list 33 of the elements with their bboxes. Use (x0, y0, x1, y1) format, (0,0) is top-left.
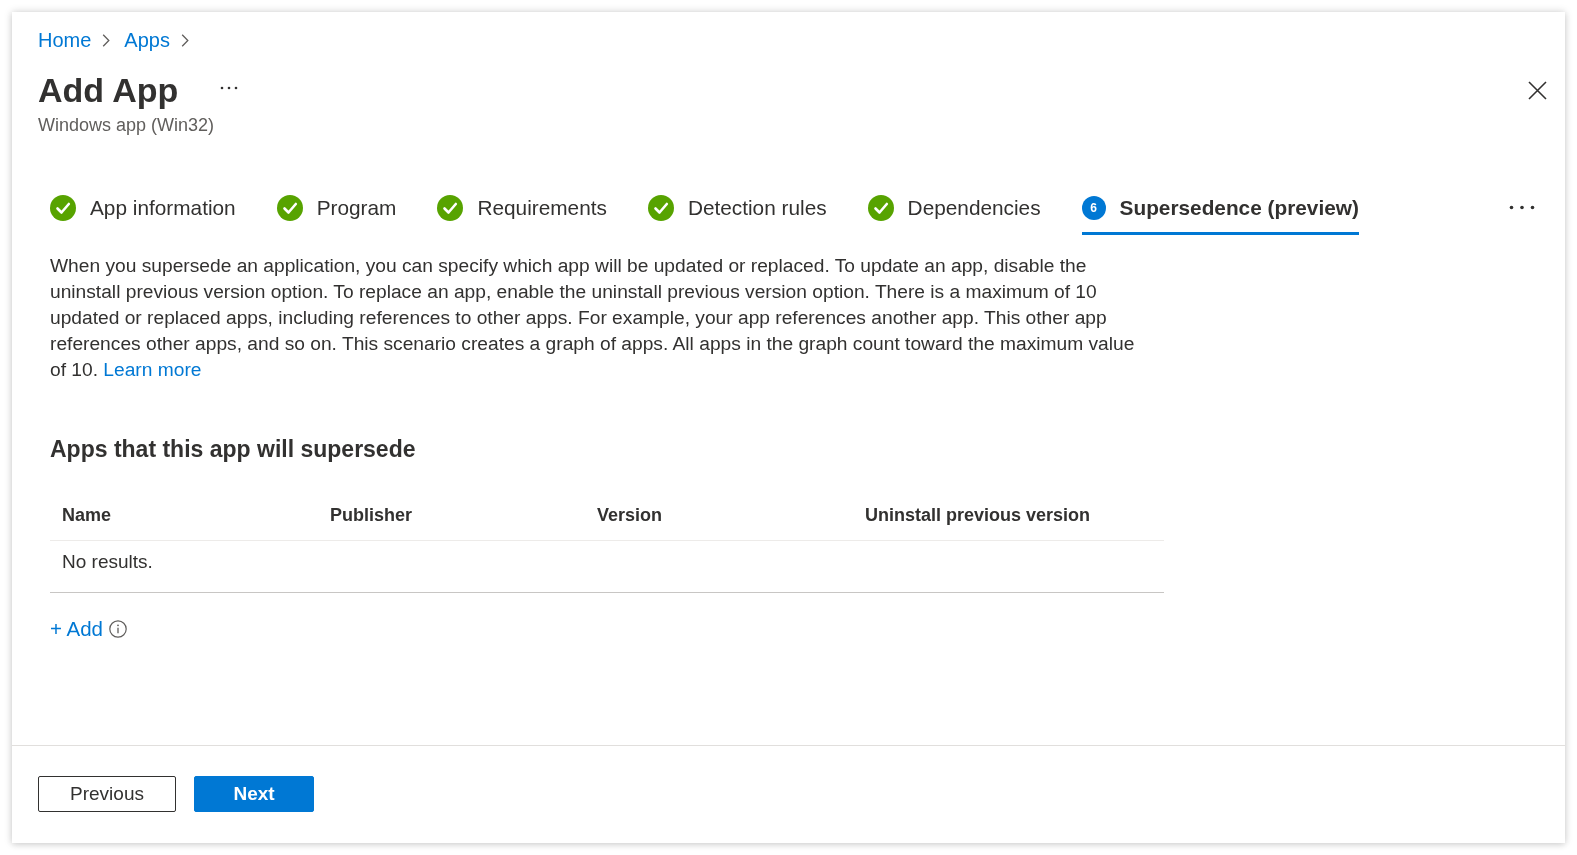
wizard-tab[interactable]: Detection rules (647, 194, 827, 235)
more-icon[interactable] (220, 86, 239, 90)
check-circle-icon (867, 195, 894, 221)
more-icon[interactable] (1509, 205, 1535, 210)
add-link[interactable]: + Add (50, 617, 103, 641)
empty-message: No results. (61, 551, 153, 573)
column-header: Name (61, 504, 113, 526)
check-circle-icon (276, 195, 303, 221)
close-icon[interactable] (1528, 80, 1547, 100)
page-subtitle: Windows app (Win32) (38, 114, 216, 136)
wizard-tab[interactable]: 6 Supersedence (preview) (1081, 194, 1359, 235)
learn-more-link[interactable]: Learn more (103, 359, 202, 380)
section-heading: Apps that this app will supersede (50, 435, 417, 464)
column-header: Publisher (329, 504, 414, 526)
step-number: 6 (1081, 196, 1106, 220)
wizard-tab[interactable]: Dependencies (867, 194, 1041, 235)
page-title: Add App (38, 70, 179, 110)
wizard-tab[interactable]: App information (50, 194, 236, 235)
chevron-right-icon (102, 33, 111, 47)
wizard-tab[interactable]: Program (276, 194, 397, 235)
breadcrumb-link[interactable]: Apps (124, 28, 170, 52)
chevron-right-icon (180, 33, 189, 47)
description-text: When you supersede an application, you can specify which app will be updated or replaced. To update an app, disable the uninstall previous version option. To replace an app, enable the uninstall previous version option. There is a maximum of 10 updated or replaced apps, including references to other apps. For example, your app references another app. This other app references other apps, and so on. This scenario creates a graph of apps. All apps in the graph count toward the maximum value of 10. Learn more (50, 254, 1136, 382)
check-circle-icon (437, 195, 464, 221)
info-icon[interactable] (109, 620, 127, 638)
wizard-tab[interactable]: Requirements (437, 194, 607, 235)
breadcrumb-link[interactable]: Home (38, 28, 92, 52)
column-header: Uninstall previous version (864, 504, 1092, 526)
previous-button[interactable]: Previous (38, 776, 176, 812)
check-circle-icon (50, 195, 76, 221)
next-button[interactable]: Next (194, 776, 314, 812)
check-circle-icon (647, 195, 674, 221)
column-header: Version (596, 504, 664, 526)
